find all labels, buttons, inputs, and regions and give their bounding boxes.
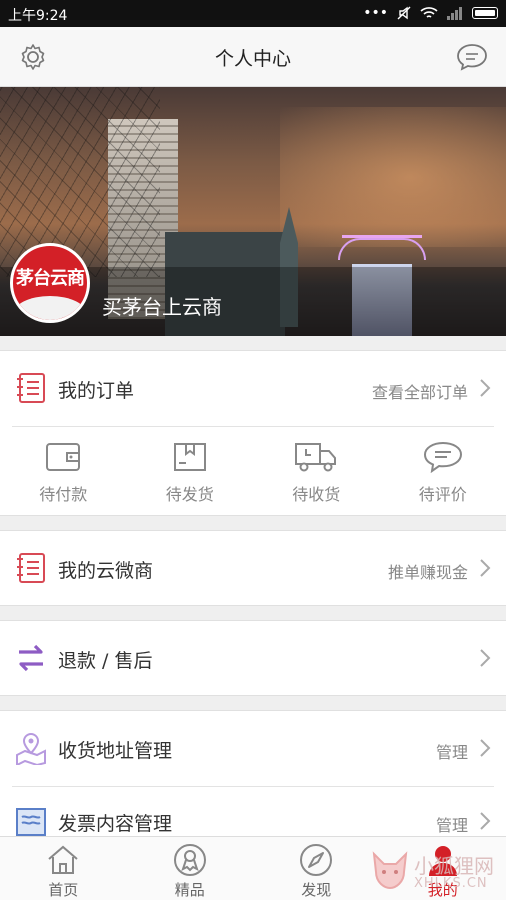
- micro-shop-link[interactable]: 推单赚现金: [388, 559, 468, 583]
- chevron-right-icon: [480, 739, 491, 757]
- title-bar: 个人中心: [0, 27, 506, 87]
- order-status-to-ship[interactable]: 待发货: [127, 429, 254, 519]
- order-status-to-receive[interactable]: 待收货: [253, 429, 380, 519]
- banner-glow: [280, 107, 506, 247]
- order-list-icon: [17, 373, 45, 403]
- banner-tree: [0, 87, 160, 277]
- micro-shop-row[interactable]: 我的云微商 推单赚现金: [0, 531, 506, 605]
- order-status-label: 待发货: [165, 485, 214, 504]
- tab-featured[interactable]: 精品: [127, 837, 254, 900]
- mute-icon: [397, 6, 411, 20]
- tab-label: 发现: [301, 881, 332, 899]
- profile-banner: 茅台云商 买茅台上云商: [0, 87, 506, 336]
- compass-icon: [300, 844, 333, 876]
- refund-title: 退款 / 售后: [58, 650, 153, 672]
- micro-shop-card: 我的云微商 推单赚现金: [0, 530, 506, 606]
- watermark-text-en: XHLKS.CN: [414, 876, 488, 891]
- username: 买茅台上云商: [102, 295, 222, 319]
- avatar-text: 茅台云商: [16, 268, 85, 289]
- chevron-right-icon: [480, 379, 491, 397]
- truck-icon: [295, 443, 337, 472]
- orders-row[interactable]: 我的订单 查看全部订单: [0, 351, 506, 425]
- refund-card: 退款 / 售后: [0, 620, 506, 696]
- micro-shop-title: 我的云微商: [58, 560, 154, 582]
- wallet-icon: [46, 443, 81, 471]
- invoice-icon: [16, 808, 46, 836]
- chevron-right-icon: [480, 559, 491, 577]
- divider: [12, 426, 494, 427]
- chevron-right-icon: [480, 649, 491, 667]
- order-status-label: 待收货: [292, 485, 341, 504]
- status-icons: •••: [363, 5, 498, 21]
- order-status-unpaid[interactable]: 待付款: [0, 429, 127, 519]
- order-status-to-review[interactable]: 待评价: [380, 429, 506, 519]
- tab-label: 精品: [174, 881, 205, 899]
- order-status-label: 待评价: [418, 485, 467, 504]
- shop-list-icon: [17, 553, 45, 583]
- address-manage-link[interactable]: 管理: [436, 739, 468, 763]
- orders-view-all[interactable]: 查看全部订单: [372, 379, 468, 403]
- map-pin-icon: [16, 732, 46, 765]
- status-time: 上午9:24: [8, 8, 68, 24]
- avatar[interactable]: 茅台云商: [10, 243, 90, 323]
- avatar-logo-base: [13, 296, 87, 320]
- orders-card: 我的订单 查看全部订单 待付款 待发货 待收货 待评价: [0, 350, 506, 516]
- order-status-label: 待付款: [39, 485, 88, 504]
- chevron-right-icon: [480, 812, 491, 830]
- invoice-title: 发票内容管理: [58, 813, 173, 835]
- watermark-text-cn: 小狐狸网: [414, 854, 494, 878]
- message-icon[interactable]: [456, 42, 488, 72]
- address-title: 收货地址管理: [58, 740, 173, 762]
- address-row[interactable]: 收货地址管理 管理: [0, 711, 506, 785]
- battery-icon: [472, 7, 498, 19]
- signal-icon: [447, 7, 462, 20]
- wifi-icon: [420, 7, 438, 18]
- orders-title: 我的订单: [58, 380, 135, 402]
- tab-label: 首页: [48, 881, 79, 899]
- page-title: 个人中心: [214, 48, 291, 70]
- tab-home[interactable]: 首页: [0, 837, 127, 900]
- manage-card: 收货地址管理 管理 发票内容管理 管理: [0, 710, 506, 840]
- award-icon: [173, 844, 206, 876]
- status-bar: 上午9:24 •••: [0, 0, 506, 27]
- exchange-icon: [19, 644, 43, 672]
- dots-icon: •••: [363, 5, 388, 21]
- invoice-manage-link[interactable]: 管理: [436, 812, 468, 836]
- home-icon: [48, 845, 78, 874]
- comment-icon: [423, 441, 462, 473]
- order-status-row: 待付款 待发货 待收货 待评价: [0, 429, 506, 519]
- box-icon: [173, 443, 206, 471]
- refund-row[interactable]: 退款 / 售后: [0, 621, 506, 695]
- fox-icon: [372, 851, 408, 890]
- tab-discover[interactable]: 发现: [253, 837, 380, 900]
- watermark-logo: 小狐狸网 XHLKS.CN: [368, 848, 506, 896]
